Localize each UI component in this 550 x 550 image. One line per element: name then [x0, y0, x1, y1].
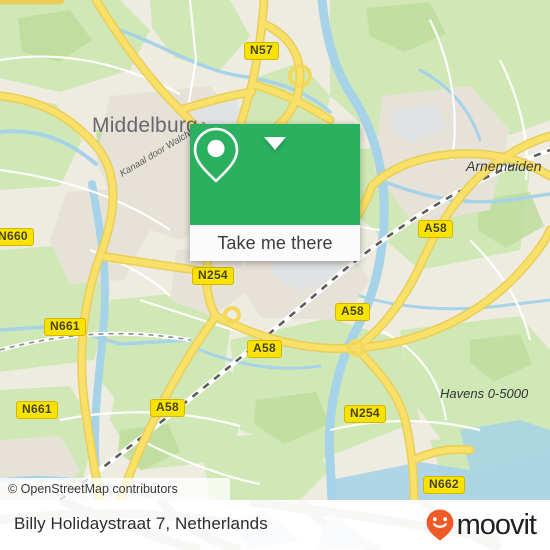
road-shield-n660[interactable]: N660	[0, 228, 34, 246]
road-shield-a58-ne[interactable]: A58	[418, 220, 453, 238]
road-shield-n661-lower[interactable]: N661	[16, 401, 58, 419]
popup-action-area[interactable]: Take me there	[190, 225, 360, 261]
moovit-wordmark: moovit	[456, 508, 537, 541]
moovit-smiley-pin-icon	[426, 509, 453, 541]
road-shield-n254-upper[interactable]: N254	[192, 267, 234, 285]
map-pin-icon	[193, 127, 239, 183]
road-shield-a58-mid[interactable]: A58	[335, 303, 370, 321]
footer-bar: Billy Holidaystraat 7, Netherlands moovi…	[0, 500, 550, 550]
road-shield-n662[interactable]: N662	[423, 476, 465, 494]
address-text: Billy Holidaystraat 7, Netherlands	[14, 514, 268, 533]
road-shield-n661-upper[interactable]: N661	[44, 318, 86, 336]
road-shield-a58-west[interactable]: A58	[247, 340, 282, 358]
road-shield-a58-sw[interactable]: A58	[150, 399, 185, 417]
take-me-there-label: Take me there	[217, 232, 333, 253]
moovit-logo[interactable]: moovit	[424, 508, 537, 542]
popup-pointer	[264, 137, 286, 150]
road-shield-n254-lower[interactable]: N254	[344, 405, 386, 423]
map-attribution[interactable]: © OpenStreetMap contributors	[0, 478, 230, 500]
road-shield-n57[interactable]: N57	[244, 42, 279, 60]
attribution-text: © OpenStreetMap contributors	[8, 482, 178, 496]
map-canvas[interactable]: Middelburg Arnemuiden Havens 0-5000 Kana…	[0, 0, 550, 500]
moovit-map-screenshot: Middelburg Arnemuiden Havens 0-5000 Kana…	[0, 0, 550, 550]
